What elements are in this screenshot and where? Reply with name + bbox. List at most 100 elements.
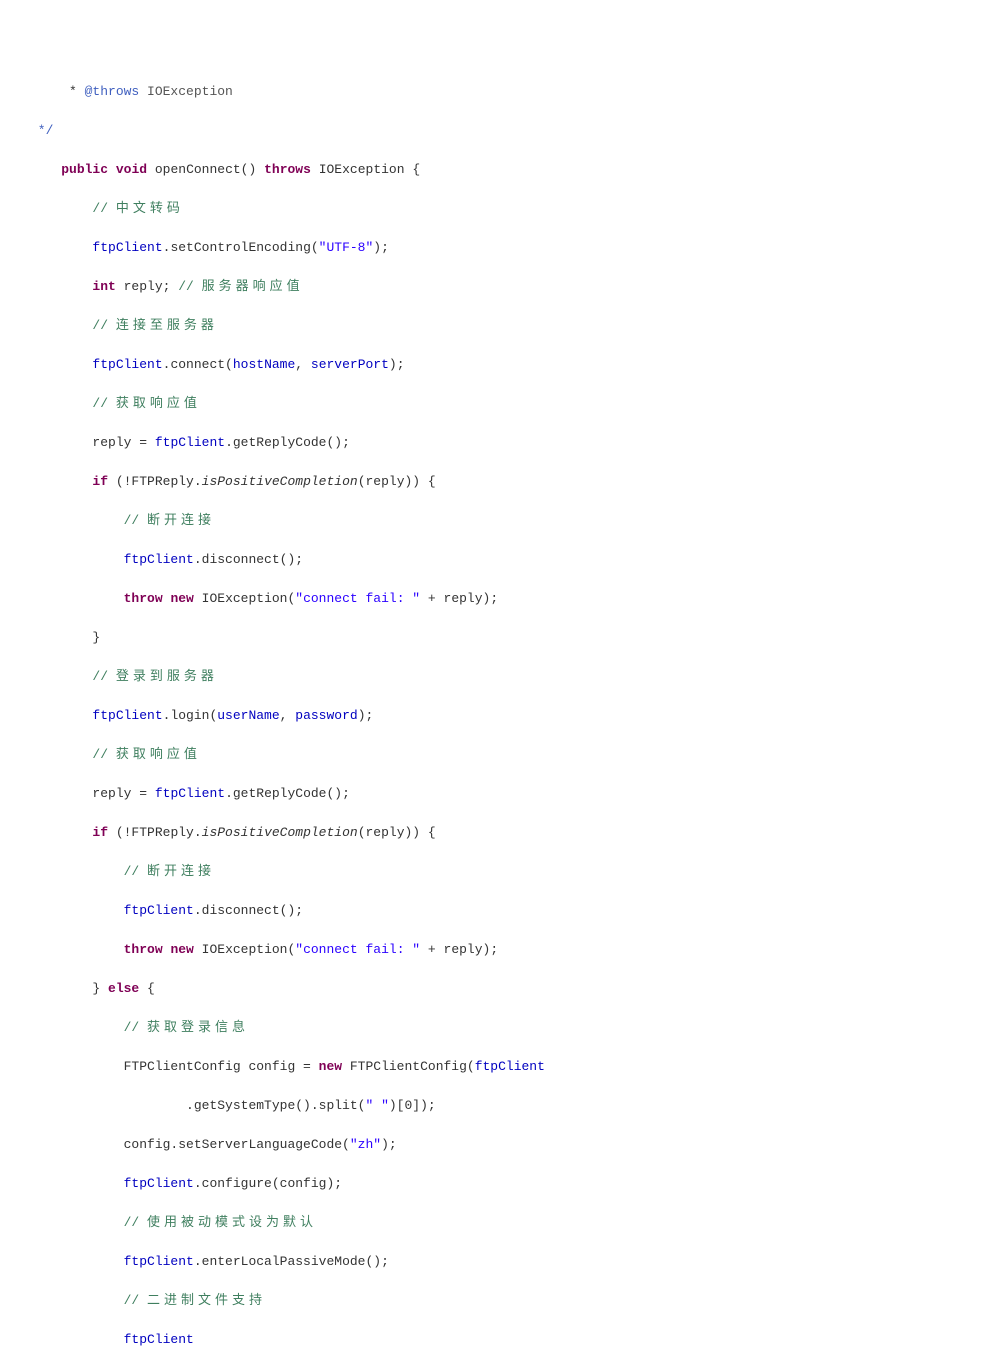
exception-type: IOException { [311, 162, 420, 177]
cond-open: (!FTPReply. [108, 474, 202, 489]
code-line: ftpClient.configure(config); [0, 1174, 1000, 1194]
field-ftpclient: ftpClient [124, 1332, 194, 1347]
ctor: IOException( [194, 591, 295, 606]
code-line: FTPClientConfig config = new FTPClientCo… [0, 1057, 1000, 1077]
code-line: // 使用被动模式设为默认 [0, 1213, 1000, 1233]
method-call: .getReplyCode(); [225, 786, 350, 801]
keyword-else: else [108, 981, 139, 996]
code-line: if (!FTPReply.isPositiveCompletion(reply… [0, 823, 1000, 843]
comment-marker: // [124, 513, 147, 528]
comment-marker: // [92, 201, 115, 216]
javadoc-tag: @throws [85, 84, 140, 99]
comment-chinese: 二进制文件支持 [147, 1293, 266, 1308]
method-call: .login( [163, 708, 218, 723]
method-call: config.setServerLanguageCode( [124, 1137, 350, 1152]
code-line: } else { [0, 979, 1000, 999]
comment-chinese: 获取响应值 [116, 747, 201, 762]
cond-close: (reply)) { [358, 474, 436, 489]
code-line: // 登录到服务器 [0, 667, 1000, 687]
string-literal: "zh" [350, 1137, 381, 1152]
static-method: isPositiveCompletion [202, 474, 358, 489]
close: ); [389, 357, 405, 372]
keyword-int: int [92, 279, 115, 294]
assign: reply = [92, 435, 154, 450]
comment-chinese: 断开连接 [147, 864, 215, 879]
concat: + reply); [420, 942, 498, 957]
code-line: ftpClient.connect(hostName, serverPort); [0, 355, 1000, 375]
comment-marker: // [92, 747, 115, 762]
string-literal: "connect fail: " [295, 942, 420, 957]
code-line: config.setServerLanguageCode("zh"); [0, 1135, 1000, 1155]
field-ftpclient: ftpClient [92, 708, 162, 723]
comment-chinese: 登录到服务器 [116, 669, 218, 684]
keyword-throw: throw [124, 591, 163, 606]
code-line: ftpClient.login(userName, password); [0, 706, 1000, 726]
comment-marker: // [92, 396, 115, 411]
code-line: // 获取响应值 [0, 394, 1000, 414]
string-literal: "UTF-8" [319, 240, 374, 255]
code-line: */ [0, 121, 1000, 141]
field-ftpclient: ftpClient [92, 240, 162, 255]
code-line: // 中文转码 [0, 199, 1000, 219]
code-line: } [0, 628, 1000, 648]
code-line: throw new IOException("connect fail: " +… [0, 940, 1000, 960]
close: ); [358, 708, 374, 723]
method-call: .setControlEncoding( [163, 240, 319, 255]
code-line: int reply; // 服务器响应值 [0, 277, 1000, 297]
ctor: IOException( [194, 942, 295, 957]
assign: reply = [92, 786, 154, 801]
field-serverport: serverPort [311, 357, 389, 372]
separator: , [295, 357, 311, 372]
close: ); [373, 240, 389, 255]
code-line: ftpClient.enterLocalPassiveMode(); [0, 1252, 1000, 1272]
var-decl: reply; [116, 279, 178, 294]
field-ftpclient: ftpClient [92, 357, 162, 372]
field-ftpclient: ftpClient [124, 903, 194, 918]
var-decl: FTPClientConfig config = [124, 1059, 319, 1074]
field-ftpclient: ftpClient [124, 1254, 194, 1269]
field-ftpclient: ftpClient [155, 786, 225, 801]
field-password: password [295, 708, 357, 723]
code-line: public void openConnect() throws IOExcep… [0, 160, 1000, 180]
method-call: .disconnect(); [194, 552, 303, 567]
keyword-if: if [92, 825, 108, 840]
keyword-new: new [319, 1059, 342, 1074]
keyword-if: if [92, 474, 108, 489]
code-line: ftpClient.disconnect(); [0, 901, 1000, 921]
method-call: .connect( [163, 357, 233, 372]
keyword-throw: throw [124, 942, 163, 957]
code-line: // 连接至服务器 [0, 316, 1000, 336]
code-line: .getSystemType().split(" ")[0]); [0, 1096, 1000, 1116]
javadoc-type: IOException [147, 84, 233, 99]
method-call: .getReplyCode(); [225, 435, 350, 450]
static-method: isPositiveCompletion [202, 825, 358, 840]
code-line: * @throws IOException [0, 82, 1000, 102]
keyword-throws: throws [264, 162, 311, 177]
code-line: reply = ftpClient.getReplyCode(); [0, 433, 1000, 453]
comment-marker: // [124, 1293, 147, 1308]
separator: , [280, 708, 296, 723]
comment-chinese: 使用被动模式设为默认 [147, 1215, 317, 1230]
array-index: )[0]); [389, 1098, 436, 1113]
comment-chinese: 获取响应值 [116, 396, 201, 411]
string-literal: " " [365, 1098, 388, 1113]
field-ftpclient: ftpClient [155, 435, 225, 450]
concat: + reply); [420, 591, 498, 606]
comment-marker: // [92, 318, 115, 333]
comment-marker: // [124, 1020, 147, 1035]
close: ); [381, 1137, 397, 1152]
code-line: throw new IOException("connect fail: " +… [0, 589, 1000, 609]
code-line: reply = ftpClient.getReplyCode(); [0, 784, 1000, 804]
comment-chinese: 服务器响应值 [202, 279, 304, 294]
string-literal: "connect fail: " [295, 591, 420, 606]
keyword-void: void [116, 162, 147, 177]
cond-close: (reply)) { [358, 825, 436, 840]
field-username: userName [217, 708, 279, 723]
comment-chinese: 断开连接 [147, 513, 215, 528]
code-line: ftpClient [0, 1330, 1000, 1350]
method-chain: .getSystemType().split( [186, 1098, 365, 1113]
comment-marker: // [178, 279, 201, 294]
javadoc-end: */ [30, 123, 53, 138]
code-line: // 断开连接 [0, 511, 1000, 531]
field-hostname: hostName [233, 357, 295, 372]
